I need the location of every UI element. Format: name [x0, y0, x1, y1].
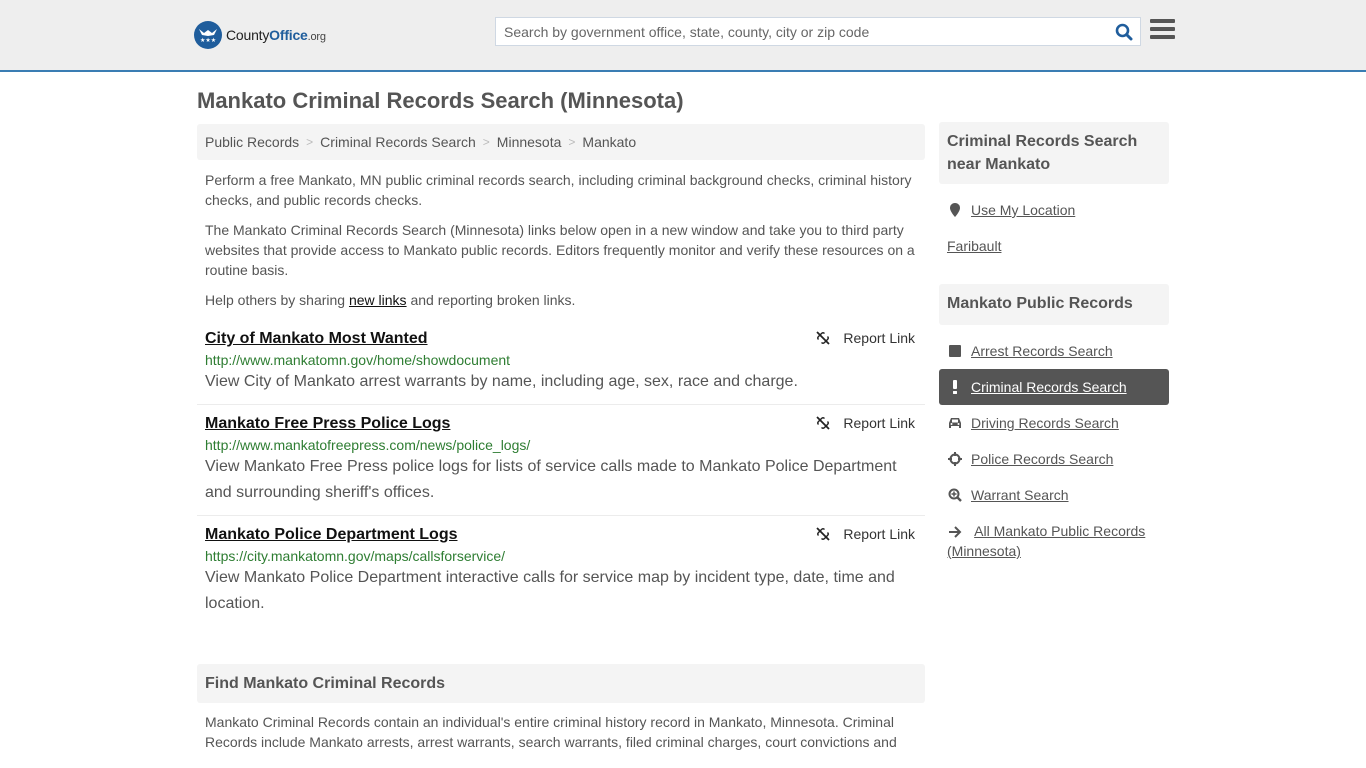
- eagle-logo-icon: ★★★: [194, 21, 222, 49]
- result-title-link[interactable]: Mankato Police Department Logs: [205, 524, 458, 546]
- search-button[interactable]: [1108, 18, 1140, 45]
- sidebar-link-criminal-records[interactable]: Criminal Records Search: [971, 379, 1127, 395]
- broken-link-icon: [816, 416, 831, 430]
- result-url: http://www.mankatofreepress.com/news/pol…: [205, 437, 531, 453]
- result-description: View City of Mankato arrest warrants by …: [205, 373, 798, 390]
- result-title-link[interactable]: City of Mankato Most Wanted: [205, 328, 428, 350]
- search-plus-icon: [947, 488, 963, 502]
- new-links-link[interactable]: new links: [349, 292, 407, 308]
- public-records-list: Arrest Records Search Criminal Records S…: [939, 333, 1169, 561]
- square-icon: [947, 345, 963, 357]
- result-item: Mankato Free Press Police Logs Report Li…: [197, 405, 925, 516]
- breadcrumb-minnesota[interactable]: Minnesota: [497, 134, 562, 150]
- svg-text:★★★: ★★★: [200, 37, 216, 44]
- sidebar-link-warrant-search[interactable]: Warrant Search: [971, 487, 1069, 503]
- result-item: City of Mankato Most Wanted Report Link …: [197, 320, 925, 405]
- sidebar-item-police-records: Police Records Search: [939, 441, 1169, 477]
- find-records-text: Mankato Criminal Records contain an indi…: [205, 714, 897, 750]
- sidebar-link-police-records[interactable]: Police Records Search: [971, 451, 1113, 467]
- intro-text: Perform a free Mankato, MN public crimin…: [197, 170, 925, 310]
- result-url: http://www.mankatomn.gov/home/showdocume…: [205, 352, 511, 368]
- use-my-location-item: Use My Location: [939, 192, 1169, 228]
- sidebar-link-all-public-records[interactable]: All Mankato Public Records (Minnesota): [947, 523, 1145, 559]
- use-my-location-link[interactable]: Use My Location: [971, 202, 1075, 218]
- sidebar-link-arrest-records[interactable]: Arrest Records Search: [971, 343, 1113, 359]
- report-link-button[interactable]: Report Link: [815, 330, 915, 346]
- nearby-place-item: Faribault: [939, 228, 1169, 264]
- result-description: View Mankato Police Department interacti…: [205, 569, 895, 612]
- breadcrumb-public-records[interactable]: Public Records: [205, 134, 299, 150]
- nearby-list: Use My Location Faribault: [939, 192, 1169, 264]
- result-description: View Mankato Free Press police logs for …: [205, 458, 897, 501]
- nearby-heading: Criminal Records Search near Mankato: [939, 122, 1169, 184]
- arrow-right-icon: [947, 526, 963, 538]
- intro-paragraph-1: Perform a free Mankato, MN public crimin…: [205, 172, 912, 208]
- sidebar-item-all-public-records: All Mankato Public Records (Minnesota): [939, 513, 1169, 561]
- site-logo[interactable]: ★★★ CountyOffice.org: [194, 21, 326, 49]
- breadcrumb-separator: >: [568, 135, 576, 149]
- page-title: Mankato Criminal Records Search (Minneso…: [197, 88, 684, 113]
- site-header: ★★★ CountyOffice.org: [0, 0, 1366, 72]
- exclamation-icon: [947, 380, 963, 394]
- search-icon: [1115, 23, 1133, 40]
- report-link-button[interactable]: Report Link: [815, 415, 915, 431]
- breadcrumb-mankato[interactable]: Mankato: [582, 134, 636, 150]
- sidebar-item-driving-records: Driving Records Search: [939, 405, 1169, 441]
- intro-paragraph-3: Help others by sharing new links and rep…: [205, 292, 576, 308]
- results-list: City of Mankato Most Wanted Report Link …: [197, 320, 925, 626]
- site-search: [495, 17, 1141, 46]
- nearby-place-link[interactable]: Faribault: [947, 238, 1001, 254]
- result-item: Mankato Police Department Logs Report Li…: [197, 516, 925, 626]
- car-icon: [947, 417, 963, 429]
- crosshairs-icon: [947, 452, 963, 466]
- broken-link-icon: [816, 331, 831, 345]
- find-records-heading: Find Mankato Criminal Records: [197, 664, 925, 703]
- sidebar-link-driving-records[interactable]: Driving Records Search: [971, 415, 1119, 431]
- map-marker-icon: [947, 203, 963, 217]
- breadcrumb: Public Records > Criminal Records Search…: [197, 124, 925, 160]
- broken-link-icon: [816, 527, 831, 541]
- breadcrumb-separator: >: [306, 135, 314, 149]
- logo-wordmark: CountyOffice.org: [226, 27, 326, 43]
- sidebar-item-criminal-records: Criminal Records Search: [939, 369, 1169, 405]
- sidebar-item-warrant-search: Warrant Search: [939, 477, 1169, 513]
- intro-paragraph-2: The Mankato Criminal Records Search (Min…: [205, 222, 915, 278]
- sidebar: Criminal Records Search near Mankato Use…: [939, 122, 1169, 561]
- hamburger-menu-icon[interactable]: [1150, 19, 1175, 43]
- result-url: https://city.mankatomn.gov/maps/callsfor…: [205, 548, 506, 564]
- sidebar-item-arrest-records: Arrest Records Search: [939, 333, 1169, 369]
- breadcrumb-separator: >: [482, 135, 490, 149]
- search-input[interactable]: [496, 18, 1108, 45]
- main-content: Public Records > Criminal Records Search…: [197, 124, 925, 752]
- breadcrumb-criminal-records-search[interactable]: Criminal Records Search: [320, 134, 476, 150]
- report-link-button[interactable]: Report Link: [815, 526, 915, 542]
- result-title-link[interactable]: Mankato Free Press Police Logs: [205, 413, 450, 435]
- public-records-heading: Mankato Public Records: [939, 284, 1169, 325]
